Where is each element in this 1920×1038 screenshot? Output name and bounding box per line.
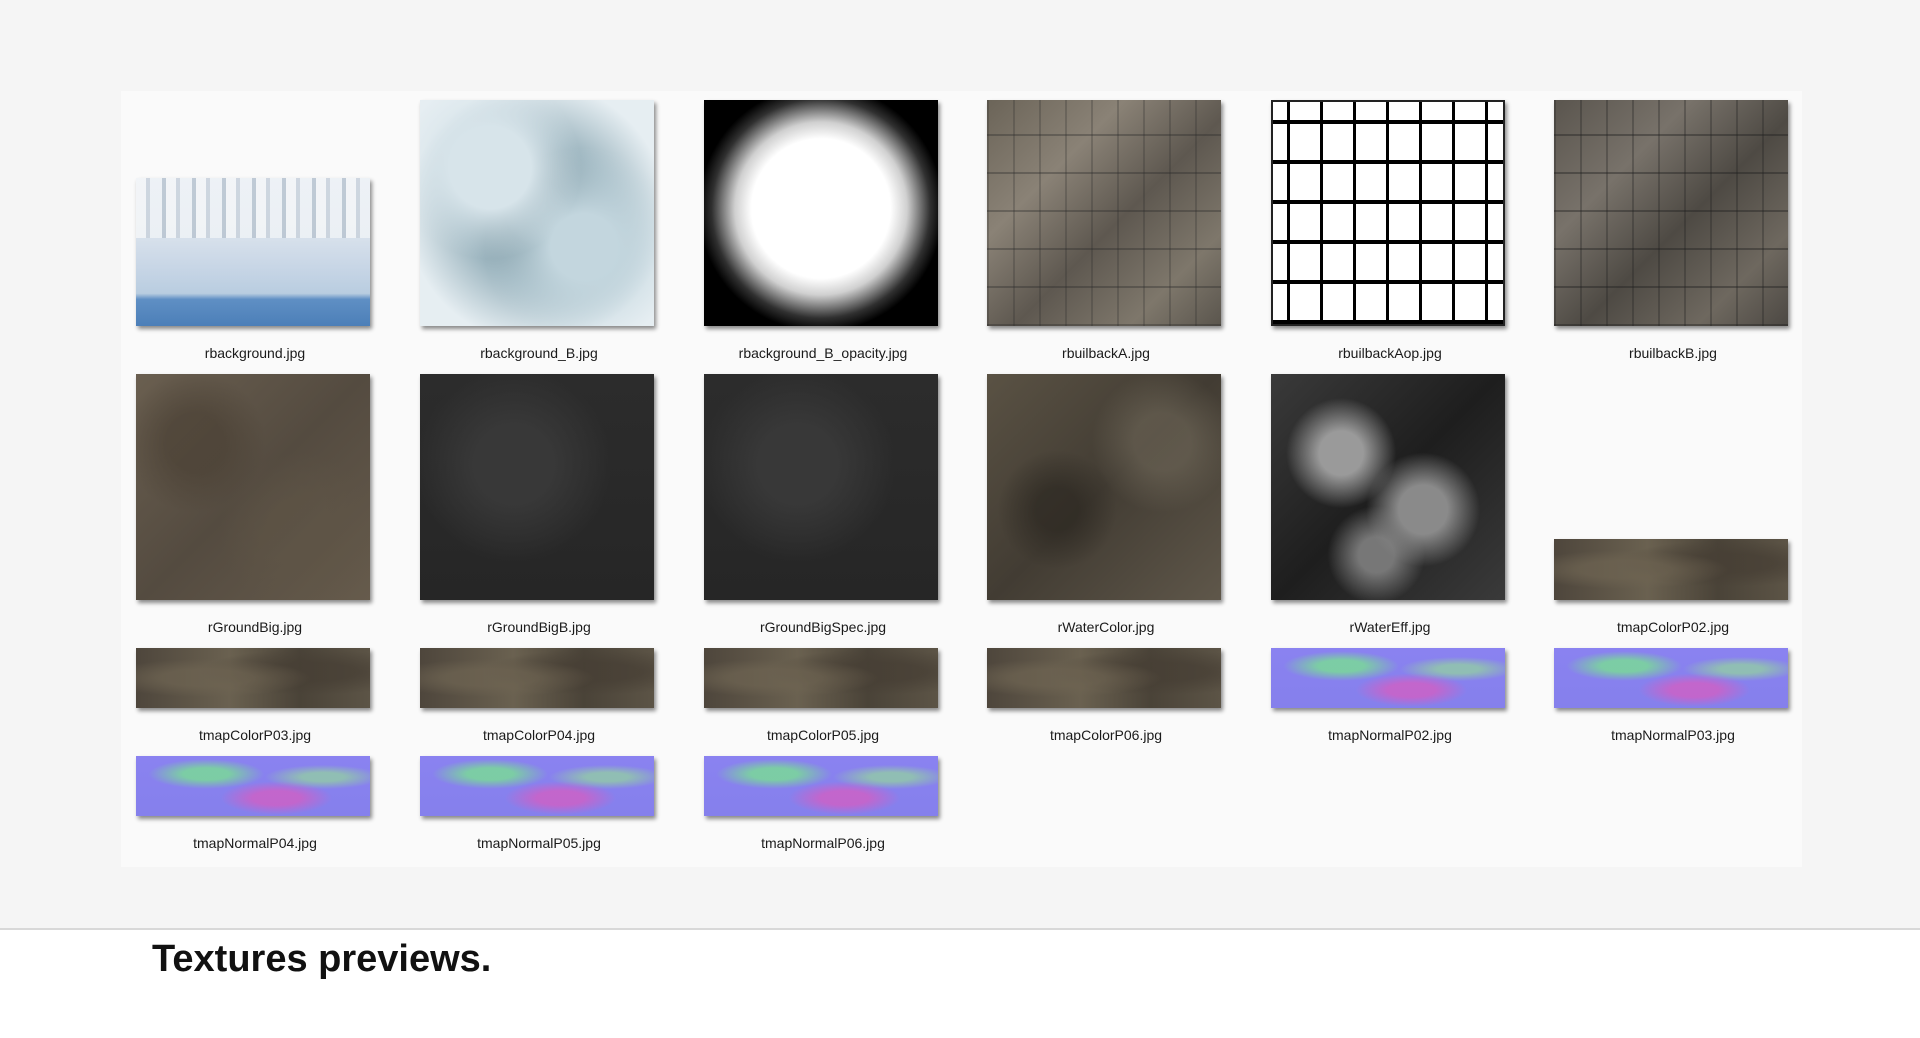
image-thumbnail-icon	[704, 648, 938, 708]
image-thumbnail-icon	[1271, 374, 1505, 600]
image-thumbnail-icon	[136, 178, 370, 326]
file-name-label: rbackground.jpg	[204, 345, 306, 361]
image-thumbnail-icon	[1554, 648, 1788, 708]
thumbnail-grid: rbackground.jpg rbackground_B.jpg rbackg…	[121, 91, 1802, 867]
file-name-label: rWaterEff.jpg	[1349, 619, 1431, 635]
file-name-label: tmapNormalP03.jpg	[1611, 727, 1735, 743]
file-name-label: tmapNormalP02.jpg	[1328, 727, 1452, 743]
file-name-label: rbackground_B.jpg	[480, 345, 598, 361]
file-name-label: tmapColorP03.jpg	[198, 727, 312, 743]
file-name-label: rGroundBigB.jpg	[487, 619, 591, 635]
file-name-label: tmapNormalP04.jpg	[193, 835, 317, 851]
image-thumbnail-icon	[420, 648, 654, 708]
file-name-label: rWaterColor.jpg	[1057, 619, 1155, 635]
image-thumbnail-icon	[420, 756, 654, 816]
file-name-label: rbackground_B_opacity.jpg	[738, 345, 908, 361]
image-thumbnail-icon	[420, 100, 654, 326]
image-thumbnail-icon	[704, 374, 938, 600]
file-name-label: tmapNormalP06.jpg	[761, 835, 885, 851]
file-name-label: rbuilbackA.jpg	[1062, 345, 1150, 361]
image-thumbnail-icon	[1554, 100, 1788, 326]
image-thumbnail-icon	[704, 756, 938, 816]
file-name-label: rbuilbackB.jpg	[1629, 345, 1717, 361]
image-thumbnail-icon	[704, 100, 938, 326]
image-thumbnail-icon	[1554, 539, 1788, 600]
image-thumbnail-icon	[136, 756, 370, 816]
image-thumbnail-icon	[1271, 100, 1505, 326]
image-thumbnail-icon	[420, 374, 654, 600]
file-name-label: rGroundBigSpec.jpg	[759, 619, 887, 635]
image-thumbnail-icon	[1271, 648, 1505, 708]
image-thumbnail-icon	[987, 374, 1221, 600]
file-name-label: rGroundBig.jpg	[207, 619, 303, 635]
file-name-label: tmapNormalP05.jpg	[477, 835, 601, 851]
file-name-label: tmapColorP06.jpg	[1049, 727, 1163, 743]
image-thumbnail-icon	[987, 648, 1221, 708]
file-name-label: rbuilbackAop.jpg	[1338, 345, 1442, 361]
image-thumbnail-icon	[136, 648, 370, 708]
image-thumbnail-icon	[987, 100, 1221, 326]
file-name-label: tmapColorP04.jpg	[482, 727, 596, 743]
file-name-label: tmapColorP05.jpg	[766, 727, 880, 743]
image-thumbnail-icon	[136, 374, 370, 600]
caption-text: Textures previews.	[152, 938, 492, 980]
file-name-label: tmapColorP02.jpg	[1616, 619, 1730, 635]
